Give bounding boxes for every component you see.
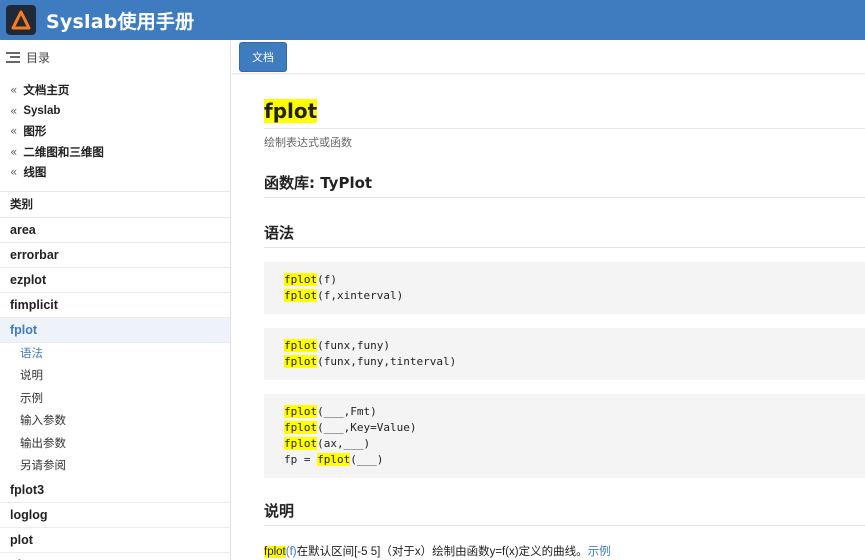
nav-item[interactable]: errorbar	[0, 243, 230, 268]
category-label: 类别	[0, 192, 230, 218]
code-function: fplot	[284, 405, 318, 418]
code-function: fplot	[284, 273, 318, 286]
code-line: fplot(ax,___)	[284, 436, 845, 452]
code-function: fplot	[284, 355, 318, 368]
code-line: fp = fplot(___)	[284, 452, 845, 468]
syntax-heading: 语法	[264, 222, 865, 248]
nav-item-active[interactable]: fplot	[0, 317, 230, 343]
app-logo-icon	[6, 5, 36, 35]
breadcrumb-label: 线图	[23, 167, 47, 180]
double-chevron-left-icon: «	[10, 103, 18, 118]
breadcrumb-item[interactable]: « 二维图和三维图	[0, 142, 230, 163]
syntax-blocks: fplot(f) fplot(f,xinterval) fplot(funx,fun…	[264, 262, 865, 478]
description-body: 在默认区间[-5 5]（对于x）绘制由函数y=f(x)定义的曲线。	[296, 546, 588, 558]
doc-body: fplot 绘制表达式或函数 函数库: TyPlot 语法 fplot(f) fp…	[232, 74, 865, 559]
library-heading: 函数库: TyPlot	[264, 172, 865, 198]
divider	[264, 128, 865, 129]
toolbar: 文档	[232, 40, 865, 74]
nav-sub-item[interactable]: 另请参阅	[0, 455, 230, 478]
breadcrumb: « 文档主页 « Syslab « 图形 « 二维图和三维图 « 线图	[0, 74, 230, 183]
nav-item[interactable]: plot	[0, 528, 230, 553]
code-function: fplot	[284, 437, 318, 450]
breadcrumb-item[interactable]: « 图形	[0, 121, 230, 142]
code-line: fplot(___,Fmt)	[284, 404, 845, 420]
code-args: (f)	[317, 273, 337, 286]
nav-item[interactable]: ezplot	[0, 268, 230, 293]
nav-sub-item[interactable]: 语法	[0, 343, 230, 366]
code-line: fplot(f)	[284, 272, 845, 288]
description-heading: 说明	[264, 500, 865, 526]
nav-sub-item[interactable]: 输入参数	[0, 410, 230, 433]
breadcrumb-item[interactable]: « 文档主页	[0, 80, 230, 101]
code-line: fplot(funx,funy,tinterval)	[284, 354, 845, 370]
code-args: (ax,___)	[317, 437, 371, 450]
nav-sub-item[interactable]: 说明	[0, 365, 230, 388]
app-header: Syslab使用手册	[0, 0, 865, 40]
syntax-code-block: fplot(___,Fmt) fplot(___,Key=Value) fplot(…	[264, 394, 865, 478]
doc-button[interactable]: 文档	[239, 41, 287, 72]
code-prefix: fp =	[284, 453, 318, 466]
code-line: fplot(funx,funy)	[284, 338, 845, 354]
description-arg-link[interactable]: (f)	[286, 546, 297, 558]
toc-label: 目录	[26, 50, 51, 65]
code-function: fplot	[284, 339, 318, 352]
breadcrumb-item[interactable]: « 线图	[0, 162, 230, 183]
description-text: fplot(f)在默认区间[-5 5]（对于x）绘制由函数y=f(x)定义的曲线…	[264, 543, 865, 559]
code-args: (___,Fmt)	[317, 405, 377, 418]
breadcrumb-label: Syslab	[23, 104, 61, 117]
nav-item[interactable]: fplot3	[0, 478, 230, 503]
breadcrumb-label: 文档主页	[23, 85, 70, 98]
nav-list: area errorbar ezplot fimplicit fplot 语法 说明 示例 输入…	[0, 218, 230, 560]
syntax-code-block: fplot(f) fplot(f,xinterval)	[264, 262, 865, 314]
code-line: fplot(___,Key=Value)	[284, 420, 845, 436]
code-function: fplot	[317, 453, 351, 466]
code-args: (___)	[350, 453, 384, 466]
breadcrumb-item[interactable]: « Syslab	[0, 101, 230, 122]
nav-sub-item[interactable]: 输出参数	[0, 433, 230, 456]
nav-item[interactable]: area	[0, 218, 230, 243]
nav-sub-item[interactable]: 示例	[0, 388, 230, 411]
code-args: (___,Key=Value)	[317, 421, 417, 434]
code-args: (funx,funy,tinterval)	[317, 355, 457, 368]
code-args: (f,xinterval)	[317, 289, 404, 302]
code-args: (funx,funy)	[317, 339, 390, 352]
page-subtitle: 绘制表达式或函数	[264, 137, 352, 149]
double-chevron-left-icon: «	[10, 83, 18, 98]
nav-item[interactable]: plot3	[0, 553, 230, 560]
description-fn: fplot	[264, 546, 286, 558]
syntax-code-block: fplot(funx,funy) fplot(funx,funy,tinterva…	[264, 328, 865, 380]
nav-item[interactable]: fimplicit	[0, 293, 230, 318]
double-chevron-left-icon: «	[10, 144, 18, 159]
main-content: 文档 fplot 绘制表达式或函数 函数库: TyPlot 语法 fplot(f…	[232, 40, 865, 560]
code-line: fplot(f,xinterval)	[284, 288, 845, 304]
breadcrumb-label: 图形	[23, 126, 47, 139]
double-chevron-left-icon: «	[10, 165, 18, 180]
example-link[interactable]: 示例	[588, 546, 611, 558]
app-title: Syslab使用手册	[46, 10, 195, 33]
code-function: fplot	[284, 289, 318, 302]
breadcrumb-label: 二维图和三维图	[23, 146, 104, 159]
toc-header[interactable]: 目录	[0, 40, 230, 74]
page-title: fplot	[264, 99, 318, 123]
toc-sidebar: 目录 « 文档主页 « Syslab « 图形 « 二维图和三维图 « 线图 类别 area err…	[0, 40, 231, 560]
nav-item[interactable]: loglog	[0, 503, 230, 528]
toc-menu-icon[interactable]	[6, 51, 20, 63]
double-chevron-left-icon: «	[10, 124, 18, 139]
code-function: fplot	[284, 421, 318, 434]
